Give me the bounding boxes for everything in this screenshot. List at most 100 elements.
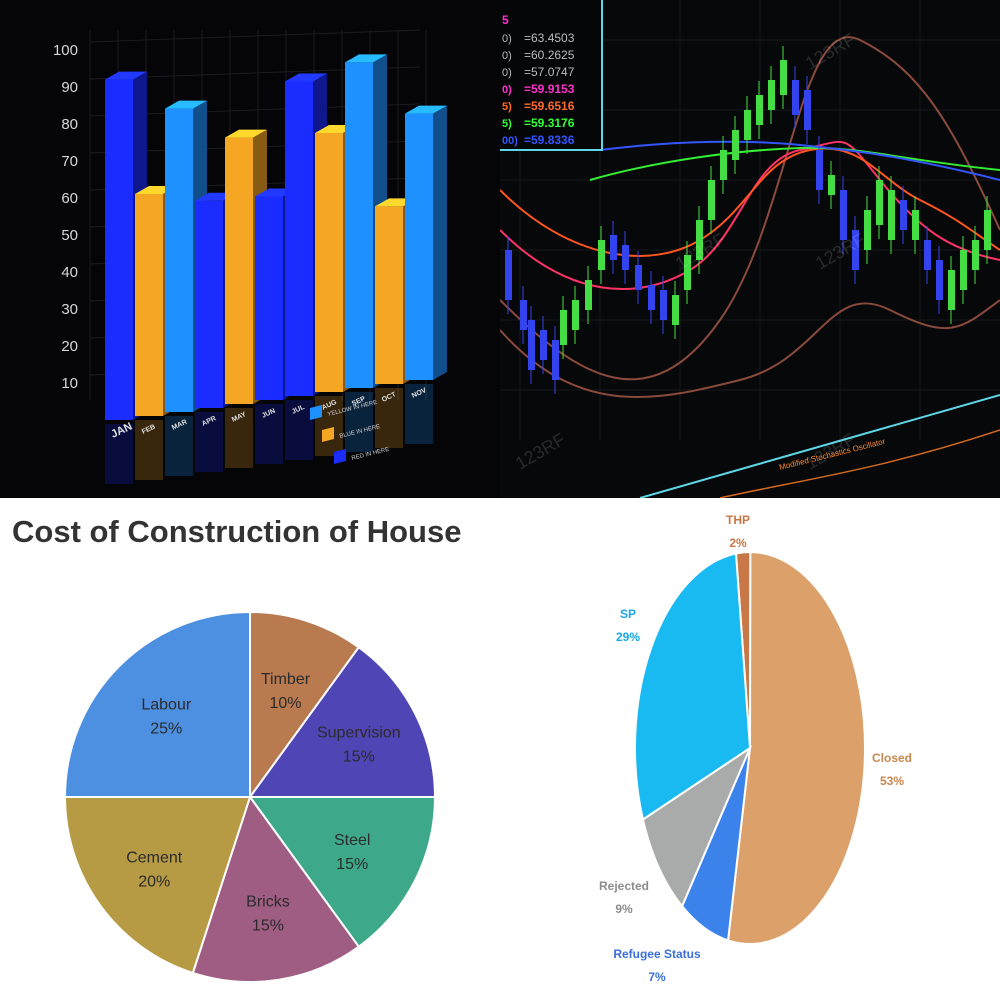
candle	[732, 130, 739, 160]
pie-slice-label: Steel	[334, 832, 370, 849]
candle	[635, 265, 642, 290]
bar-chart-panel: 10 20 30 40 50 60 70 80 90 100 JAN FEB MAR APR MAY JUN…	[0, 0, 500, 498]
readout-label: 0)	[502, 33, 512, 45]
pie-slice-value: 10%	[269, 695, 301, 712]
candle	[936, 260, 943, 300]
candle	[756, 95, 763, 125]
candle	[840, 190, 847, 240]
y-tick-label: 10	[61, 375, 78, 392]
bar	[165, 108, 193, 412]
candle	[792, 80, 799, 115]
readout-label: 00)	[502, 135, 518, 147]
bar	[105, 79, 133, 420]
pie-slice-value: 7%	[648, 970, 666, 984]
candle	[888, 190, 895, 240]
candle	[505, 250, 512, 300]
candle	[960, 250, 967, 290]
candle	[610, 235, 617, 260]
construction-pie-panel: Cost of Construction of House Timber 10% S…	[0, 498, 500, 1000]
bar	[255, 196, 283, 400]
pie-slice-label: Rejected	[599, 879, 649, 893]
ma-line-green	[589, 146, 1000, 181]
candle	[552, 340, 559, 380]
pie-slice-label: Refugee Status	[613, 947, 701, 961]
candle	[622, 245, 629, 270]
readout-value: =59.3176	[524, 116, 575, 130]
readout-value: =59.8336	[524, 133, 575, 147]
candle	[708, 180, 715, 220]
candle	[768, 80, 775, 110]
candle	[900, 200, 907, 230]
candle	[912, 210, 919, 240]
y-tick-label: 70	[61, 153, 78, 170]
ma-line-orange	[500, 147, 1000, 257]
y-tick-label: 30	[61, 301, 78, 318]
candle	[540, 330, 547, 360]
bar-side	[433, 105, 447, 380]
bar	[195, 200, 223, 408]
status-pie-chart: THP 2% Closed 53% Refugee Status 7% Rejected 9%…	[599, 513, 912, 984]
candlestick-chart: 0) =63.4503 0) =60.2625 0) =57.0747 0) =59.9153…	[500, 0, 1000, 498]
bar	[135, 194, 163, 416]
candle	[876, 180, 883, 225]
candle	[720, 150, 727, 180]
candle	[984, 210, 991, 250]
y-tick-label: 100	[53, 42, 78, 59]
pie-slice-label: THP	[726, 513, 750, 527]
y-tick-label: 50	[61, 227, 78, 244]
candle	[924, 240, 931, 270]
pie-slice-value: 25%	[150, 720, 182, 737]
candle	[598, 240, 605, 270]
readout-label: 0)	[502, 84, 512, 96]
readout-value: =57.0747	[524, 65, 575, 79]
candle	[816, 150, 823, 190]
watermark-text: 123RF	[802, 29, 859, 73]
pie-slice-value: 29%	[616, 630, 640, 644]
readout-label: 5)	[502, 101, 512, 113]
status-pie-panel: THP 2% Closed 53% Refugee Status 7% Rejected 9%…	[500, 498, 1000, 1000]
pie-slice-value: 15%	[252, 917, 284, 934]
readout-value: =59.9153	[524, 82, 575, 96]
candle	[744, 110, 751, 140]
bar	[285, 81, 313, 396]
pie-slice-value: 20%	[138, 874, 170, 891]
candle	[585, 280, 592, 310]
pie-slice-label: Supervision	[317, 725, 401, 742]
candle	[528, 320, 535, 370]
readout-label: 5)	[502, 118, 512, 130]
y-tick-label: 60	[61, 190, 78, 207]
pie-slice-label: Closed	[872, 751, 912, 765]
candle	[660, 290, 667, 320]
bar	[375, 206, 403, 384]
bar	[345, 62, 373, 389]
bar	[225, 137, 253, 404]
readout-value: =63.4503	[524, 31, 575, 45]
candle	[572, 300, 579, 330]
candle	[520, 300, 527, 330]
candle	[672, 295, 679, 325]
y-tick-label: 80	[61, 116, 78, 133]
pie-slice-label: Timber	[261, 671, 311, 688]
y-tick-label: 20	[61, 338, 78, 355]
bar-chart: 102030405060708090100 JAN FEB MAR APR MAY JUN…	[53, 29, 447, 484]
readout-label: 0)	[502, 50, 512, 62]
readout-label: 0)	[502, 67, 512, 79]
bar	[405, 113, 433, 380]
pie-slice-value: 53%	[880, 774, 904, 788]
pie-slice-label: Labour	[141, 696, 191, 713]
pie-slice-value: 9%	[615, 902, 633, 916]
candle	[804, 90, 811, 130]
pie-slice-label: Cement	[126, 850, 183, 867]
y-tick-label: 90	[61, 79, 78, 96]
pie-slice-value: 2%	[729, 536, 747, 550]
pie-title: Cost of Construction of House	[12, 514, 462, 549]
candle	[780, 60, 787, 95]
y-tick-label: 40	[61, 264, 78, 281]
pie-slice-label: SP	[620, 607, 636, 621]
readout-value: =59.6516	[524, 99, 575, 113]
candle	[648, 285, 655, 310]
pie-slice-value: 15%	[343, 749, 375, 766]
candle	[828, 175, 835, 195]
readout-label: 5	[502, 13, 509, 27]
candlestick-chart-panel: 0) =63.4503 0) =60.2625 0) =57.0747 0) =59.9153…	[500, 0, 1000, 498]
